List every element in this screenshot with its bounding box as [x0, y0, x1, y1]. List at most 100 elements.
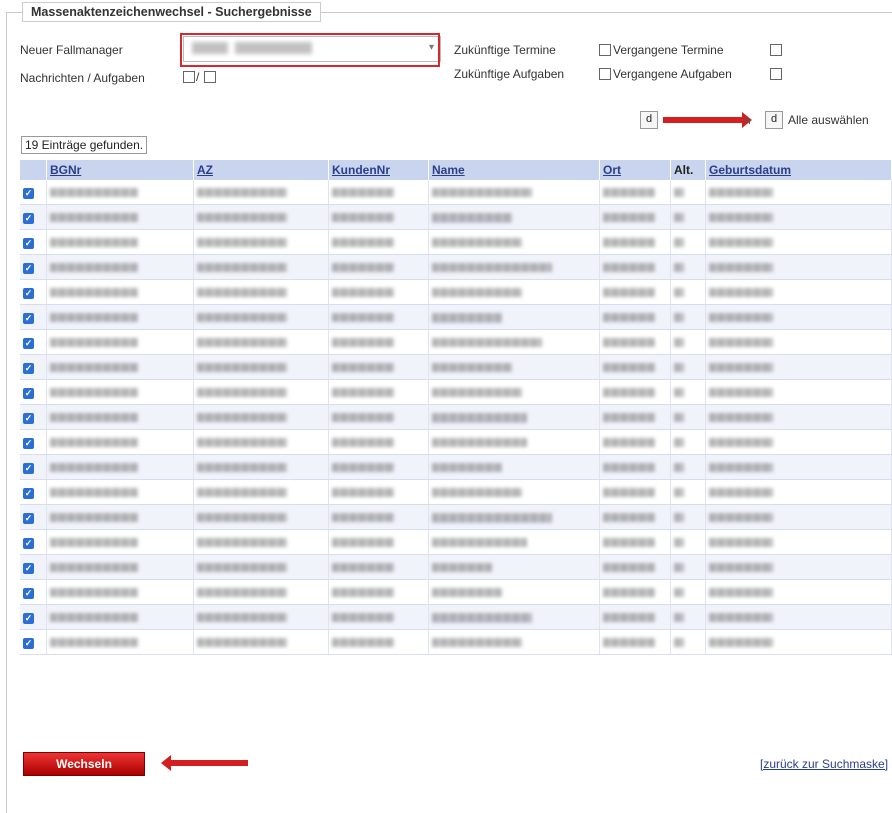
redacted-alt: [674, 313, 684, 323]
row-checkbox[interactable]: ✓: [23, 413, 34, 424]
row-select-cell[interactable]: ✓: [20, 479, 47, 505]
table-row[interactable]: ✓: [20, 379, 892, 405]
row-select-cell[interactable]: ✓: [20, 279, 47, 305]
table-row[interactable]: ✓: [20, 229, 892, 255]
table-row[interactable]: ✓: [20, 579, 892, 605]
table-row[interactable]: ✓: [20, 554, 892, 580]
sort-bgnr-link[interactable]: BGNr: [50, 163, 81, 177]
row-select-cell[interactable]: ✓: [20, 529, 47, 555]
table-row[interactable]: ✓: [20, 304, 892, 330]
table-row[interactable]: ✓: [20, 180, 892, 205]
table-row[interactable]: ✓: [20, 329, 892, 355]
row-select-cell[interactable]: ✓: [20, 579, 47, 605]
row-select-cell[interactable]: ✓: [20, 554, 47, 580]
cell-name[interactable]: [428, 379, 600, 405]
row-checkbox[interactable]: ✓: [23, 588, 34, 599]
sort-az-link[interactable]: AZ: [197, 163, 213, 177]
cell-name[interactable]: [428, 279, 600, 305]
row-checkbox[interactable]: ✓: [23, 638, 34, 649]
row-checkbox[interactable]: ✓: [23, 613, 34, 624]
vergangene-termine-checkbox[interactable]: [770, 44, 782, 56]
sort-ort-link[interactable]: Ort: [603, 163, 621, 177]
cell-name[interactable]: [428, 429, 600, 455]
cell-name[interactable]: [428, 329, 600, 355]
table-row[interactable]: ✓: [20, 204, 892, 230]
cell-name[interactable]: [428, 579, 600, 605]
vergangene-aufgaben-checkbox[interactable]: [770, 68, 782, 80]
row-checkbox[interactable]: ✓: [23, 388, 34, 399]
row-checkbox[interactable]: ✓: [23, 213, 34, 224]
col-name[interactable]: Name: [428, 160, 600, 180]
row-select-cell[interactable]: ✓: [20, 379, 47, 405]
row-select-cell[interactable]: ✓: [20, 504, 47, 530]
row-checkbox[interactable]: ✓: [23, 238, 34, 249]
wechseln-button[interactable]: Wechseln: [23, 752, 145, 776]
cell-name[interactable]: [428, 254, 600, 280]
table-row[interactable]: ✓: [20, 504, 892, 530]
cell-name[interactable]: [428, 404, 600, 430]
table-row[interactable]: ✓: [20, 279, 892, 305]
row-checkbox[interactable]: ✓: [23, 363, 34, 374]
zukuenftige-aufgaben-checkbox[interactable]: [599, 68, 611, 80]
sort-name-link[interactable]: Name: [432, 163, 465, 177]
redacted-geburtsdatum: [709, 313, 773, 323]
table-row[interactable]: ✓: [20, 404, 892, 430]
sort-geburtsdatum-link[interactable]: Geburtsdatum: [709, 163, 791, 177]
row-checkbox[interactable]: ✓: [23, 263, 34, 274]
table-row[interactable]: ✓: [20, 479, 892, 505]
cell-name[interactable]: [428, 204, 600, 230]
cell-name[interactable]: [428, 479, 600, 505]
row-select-cell[interactable]: ✓: [20, 254, 47, 280]
row-checkbox[interactable]: ✓: [23, 188, 34, 199]
table-row[interactable]: ✓: [20, 604, 892, 630]
cell-name[interactable]: [428, 180, 600, 205]
cell-name[interactable]: [428, 504, 600, 530]
back-to-search-link[interactable]: [zurück zur Suchmaske]: [760, 757, 888, 771]
row-checkbox[interactable]: ✓: [23, 313, 34, 324]
cell-name[interactable]: [428, 229, 600, 255]
row-checkbox[interactable]: ✓: [23, 438, 34, 449]
row-checkbox[interactable]: ✓: [23, 463, 34, 474]
nachrichten-checkbox[interactable]: [183, 71, 195, 83]
row-select-cell[interactable]: ✓: [20, 354, 47, 380]
col-geburtsdatum[interactable]: Geburtsdatum: [705, 160, 892, 180]
zukuenftige-termine-checkbox[interactable]: [599, 44, 611, 56]
table-row[interactable]: ✓: [20, 629, 892, 655]
table-row[interactable]: ✓: [20, 254, 892, 280]
cell-name[interactable]: [428, 629, 600, 655]
cell-name[interactable]: [428, 454, 600, 480]
row-select-cell[interactable]: ✓: [20, 454, 47, 480]
row-select-cell[interactable]: ✓: [20, 229, 47, 255]
table-row[interactable]: ✓: [20, 429, 892, 455]
row-checkbox[interactable]: ✓: [23, 288, 34, 299]
col-bgnr[interactable]: BGNr: [46, 160, 194, 180]
row-select-cell[interactable]: ✓: [20, 180, 47, 205]
row-select-cell[interactable]: ✓: [20, 329, 47, 355]
row-select-cell[interactable]: ✓: [20, 404, 47, 430]
cell-name[interactable]: [428, 604, 600, 630]
cell-name[interactable]: [428, 354, 600, 380]
cell-name[interactable]: [428, 529, 600, 555]
row-checkbox[interactable]: ✓: [23, 338, 34, 349]
row-select-cell[interactable]: ✓: [20, 429, 47, 455]
row-select-cell[interactable]: ✓: [20, 204, 47, 230]
table-row[interactable]: ✓: [20, 354, 892, 380]
row-select-cell[interactable]: ✓: [20, 604, 47, 630]
table-row[interactable]: ✓: [20, 454, 892, 480]
row-select-cell[interactable]: ✓: [20, 629, 47, 655]
row-select-cell[interactable]: ✓: [20, 304, 47, 330]
select-all-button[interactable]: d: [765, 111, 783, 129]
row-checkbox[interactable]: ✓: [23, 488, 34, 499]
col-kundennr[interactable]: KundenNr: [328, 160, 429, 180]
row-checkbox[interactable]: ✓: [23, 563, 34, 574]
select-button-left[interactable]: d: [640, 111, 658, 129]
aufgaben-checkbox[interactable]: [204, 71, 216, 83]
col-ort[interactable]: Ort: [599, 160, 671, 180]
row-checkbox[interactable]: ✓: [23, 513, 34, 524]
cell-name[interactable]: [428, 554, 600, 580]
cell-name[interactable]: [428, 304, 600, 330]
row-checkbox[interactable]: ✓: [23, 538, 34, 549]
table-row[interactable]: ✓: [20, 529, 892, 555]
sort-kundennr-link[interactable]: KundenNr: [332, 163, 390, 177]
col-az[interactable]: AZ: [193, 160, 329, 180]
